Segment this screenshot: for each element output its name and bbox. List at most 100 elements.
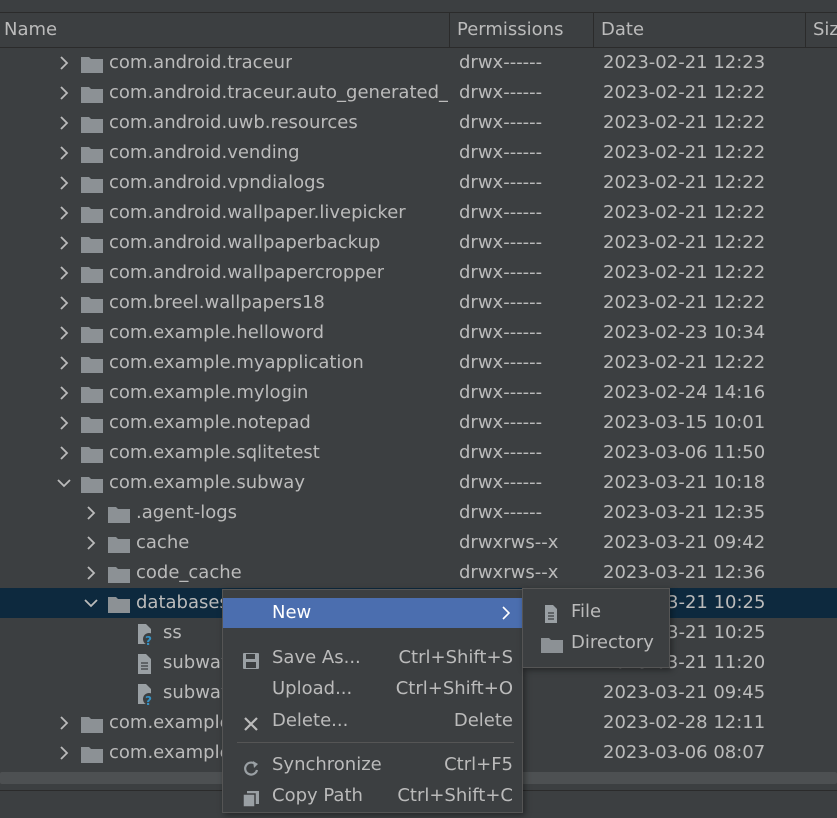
table-row[interactable]: com.example.myapplication drwx------ 2023-…	[0, 348, 837, 378]
table-row[interactable]: com.android.vending drwx------ 2023-02-21 …	[0, 138, 837, 168]
folder-icon	[108, 564, 130, 583]
menu-item-label: Upload...	[272, 678, 353, 699]
chevron-right-icon[interactable]	[57, 138, 71, 168]
file-name: com.android.traceur	[109, 52, 293, 73]
file-date: 2023-03-06 08:07	[603, 742, 766, 763]
chevron-right-icon[interactable]	[57, 708, 71, 738]
chevron-down-icon[interactable]	[57, 468, 71, 498]
menu-item-shortcut: Delete	[453, 710, 513, 731]
menu-item-delete[interactable]: Delete... Delete	[223, 706, 522, 736]
chevron-right-icon[interactable]	[57, 198, 71, 228]
menu-item-copy-path[interactable]: Copy Path Ctrl+Shift+C	[223, 781, 522, 811]
table-row[interactable]: code_cache drwxrws--x 2023-03-21 12:36	[0, 558, 837, 588]
file-name: com.example.mylogin	[109, 382, 309, 403]
file-date: 2023-03-21 12:36	[603, 562, 766, 583]
menu-item-label: Synchronize	[272, 754, 382, 775]
folder-icon	[541, 634, 563, 653]
submenu-item-directory[interactable]: Directory	[523, 628, 669, 658]
chevron-right-icon[interactable]	[57, 318, 71, 348]
file-permissions: drwx------	[459, 412, 543, 433]
menu-item-new[interactable]: New	[223, 598, 522, 628]
column-divider[interactable]	[449, 13, 450, 47]
table-row[interactable]: com.example.subway drwx------ 2023-03-21 1…	[0, 468, 837, 498]
table-row[interactable]: com.android.traceur drwx------ 2023-02-21 …	[0, 48, 837, 78]
file-name: databases	[136, 592, 229, 613]
chevron-right-icon[interactable]	[57, 378, 71, 408]
chevron-right-icon[interactable]	[57, 258, 71, 288]
folder-icon	[81, 354, 103, 373]
table-row[interactable]: com.example.sqlitetest drwx------ 2023-03-…	[0, 438, 837, 468]
table-row[interactable]: com.example.mylogin drwx------ 2023-02-24 …	[0, 378, 837, 408]
column-header-name[interactable]: Name	[0, 13, 448, 47]
chevron-right-icon[interactable]	[57, 108, 71, 138]
table-row[interactable]: com.example.helloword drwx------ 2023-02-2…	[0, 318, 837, 348]
chevron-right-icon[interactable]	[57, 288, 71, 318]
file-permissions: drwx------	[459, 442, 543, 463]
file-name: cache	[136, 532, 190, 553]
column-divider[interactable]	[805, 13, 806, 47]
folder-icon	[81, 294, 103, 313]
file-date: 2023-02-21 12:22	[603, 202, 766, 223]
chevron-right-icon[interactable]	[57, 738, 71, 768]
file-date: 2023-02-21 12:22	[603, 112, 766, 133]
menu-item-label: Delete...	[272, 710, 349, 731]
folder-icon	[81, 144, 103, 163]
file-icon	[541, 603, 561, 623]
file-date: 2023-02-21 12:22	[603, 82, 766, 103]
chevron-right-icon[interactable]	[84, 558, 98, 588]
table-row[interactable]: com.android.wallpapercropper drwx------ 20…	[0, 258, 837, 288]
submenu-item-label: Directory	[571, 632, 654, 653]
folder-icon	[81, 744, 103, 763]
column-header-size[interactable]: Siz	[809, 13, 837, 47]
folder-icon	[81, 54, 103, 73]
file-permissions: drwx------	[459, 262, 543, 283]
table-row[interactable]: com.example.notepad drwx------ 2023-03-15 …	[0, 408, 837, 438]
menu-item-synchronize[interactable]: Synchronize Ctrl+F5	[223, 750, 522, 780]
file-date: 2023-03-21 09:42	[603, 532, 766, 553]
table-row[interactable]: .agent-logs drwx------ 2023-03-21 12:35	[0, 498, 837, 528]
chevron-down-icon[interactable]	[84, 588, 98, 618]
file-name: .agent-logs	[136, 502, 238, 523]
folder-icon	[81, 204, 103, 223]
column-header-date[interactable]: Date	[597, 13, 801, 47]
menu-item-upload[interactable]: Upload... Ctrl+Shift+O	[223, 674, 522, 704]
file-date: 3-21 10:25	[667, 592, 766, 613]
file-name: com.example.notepad	[109, 412, 311, 433]
table-row[interactable]: com.android.traceur.auto_generated_rro_ d…	[0, 78, 837, 108]
submenu-item-file[interactable]: File	[523, 597, 669, 627]
chevron-right-icon[interactable]	[57, 48, 71, 78]
menu-item-shortcut: Ctrl+Shift+C	[397, 785, 513, 806]
file-permissions: drwx------	[459, 112, 543, 133]
file-permissions: drwxrws--x	[459, 532, 559, 553]
menu-item-save-as[interactable]: Save As... Ctrl+Shift+S	[223, 643, 522, 673]
table-row[interactable]: com.breel.wallpapers18 drwx------ 2023-02-…	[0, 288, 837, 318]
menu-item-label: Save As...	[272, 647, 361, 668]
file-date: 2023-03-15 10:01	[603, 412, 766, 433]
folder-icon	[108, 504, 130, 523]
table-row[interactable]: cache drwxrws--x 2023-03-21 09:42	[0, 528, 837, 558]
table-row[interactable]: com.android.wallpaperbackup drwx------ 202…	[0, 228, 837, 258]
chevron-right-icon[interactable]	[84, 498, 98, 528]
chevron-right-icon[interactable]	[57, 168, 71, 198]
table-row[interactable]: com.android.uwb.resources drwx------ 2023-…	[0, 108, 837, 138]
folder-icon	[81, 324, 103, 343]
table-row[interactable]: com.android.wallpaper.livepicker drwx----…	[0, 198, 837, 228]
column-divider[interactable]	[593, 13, 594, 47]
file-name: ss	[163, 622, 182, 643]
folder-icon	[81, 474, 103, 493]
file-name: com.example	[109, 742, 231, 763]
close-icon	[242, 713, 260, 731]
chevron-right-icon[interactable]	[57, 348, 71, 378]
chevron-right-icon[interactable]	[57, 78, 71, 108]
file-name: com.android.wallpaper.livepicker	[109, 202, 406, 223]
file-permissions: drwx------	[459, 472, 543, 493]
chevron-right-icon[interactable]	[57, 228, 71, 258]
file-date: 2023-03-21 12:35	[603, 502, 766, 523]
table-row[interactable]: com.android.vpndialogs drwx------ 2023-02-…	[0, 168, 837, 198]
column-header-permissions[interactable]: Permissions	[453, 13, 593, 47]
file-permissions: drwx------	[459, 202, 543, 223]
chevron-right-icon[interactable]	[57, 438, 71, 468]
chevron-right-icon[interactable]	[84, 528, 98, 558]
file-permissions: drwx------	[459, 382, 543, 403]
chevron-right-icon[interactable]	[57, 408, 71, 438]
